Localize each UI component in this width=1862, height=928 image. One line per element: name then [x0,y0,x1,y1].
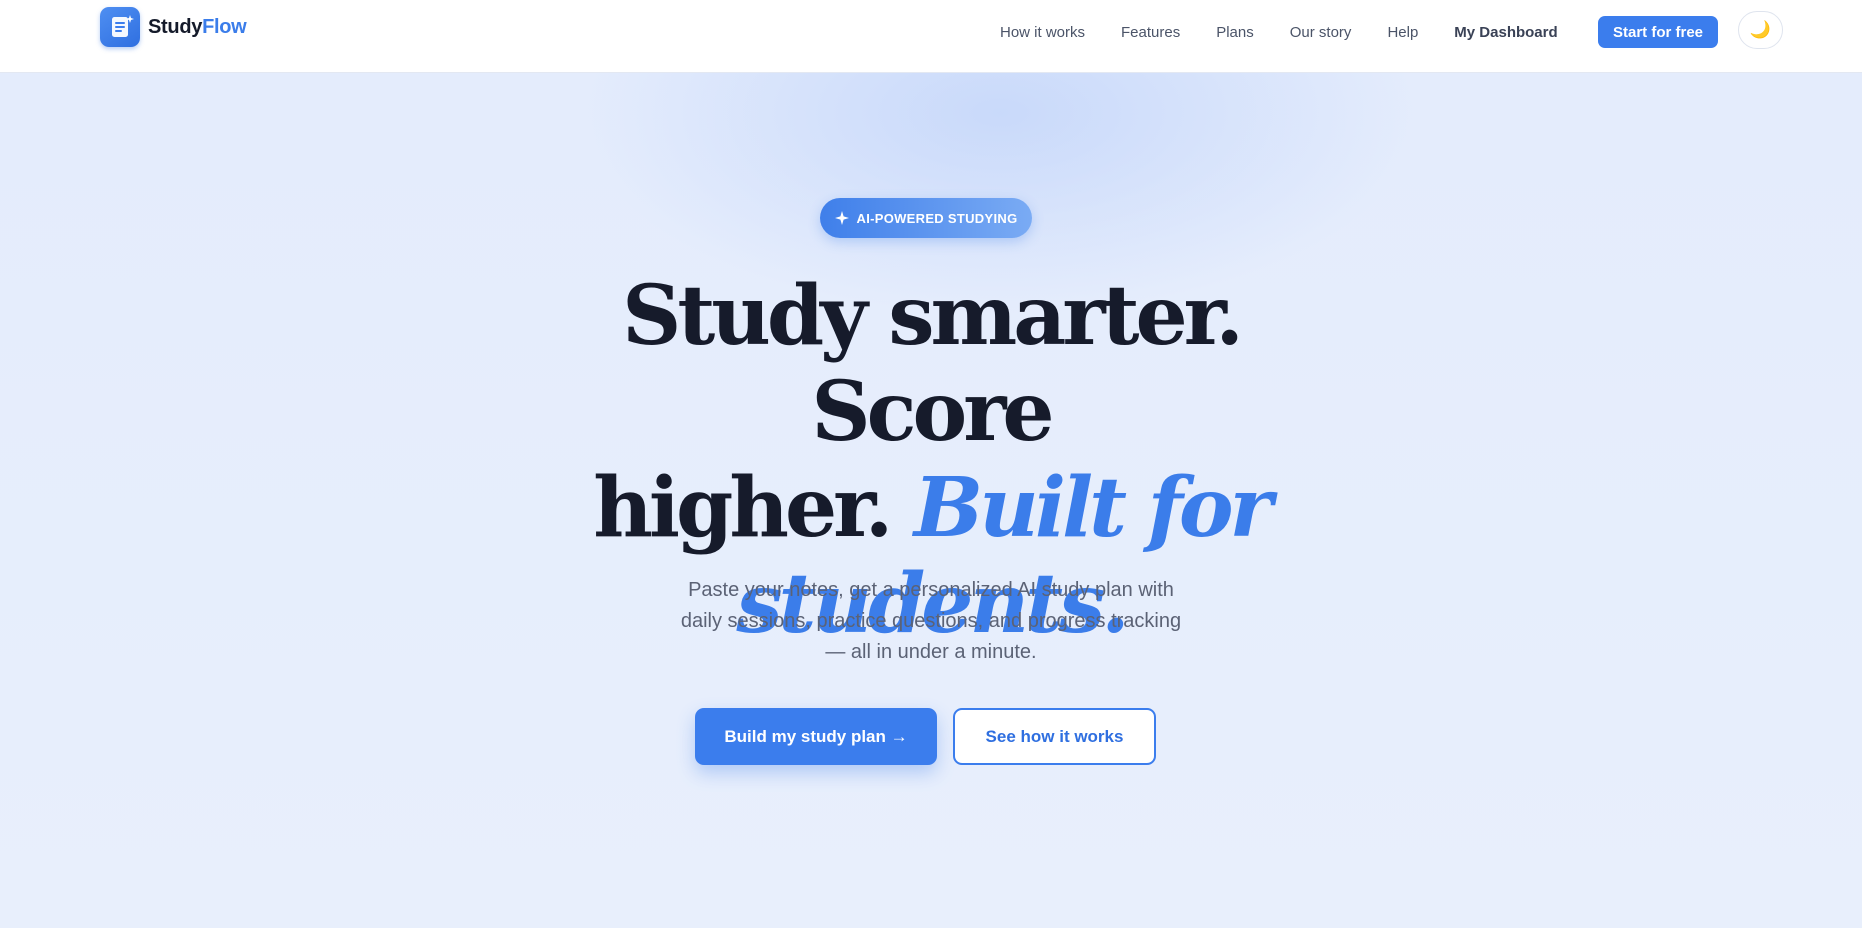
start-for-free-button[interactable]: Start for free [1598,16,1718,48]
ai-powered-badge: AI-POWERED STUDYING [820,198,1032,238]
nav-link-my-dashboard[interactable]: My Dashboard [1454,24,1557,41]
sparkle-icon [834,211,849,225]
headline-line1: Study smarter. Score [622,268,1244,460]
brand-name-part1: Study [148,15,203,38]
top-navigation-bar: StudyFlow How it works Features Plans Ou… [0,0,1862,73]
badge-label: AI-POWERED STUDYING [856,210,1018,226]
moon-icon: 🌙 [1749,20,1772,39]
nav-link-our-story[interactable]: Our story [1290,24,1352,41]
brand-name-part2: Flow [202,15,247,38]
nav-links: How it works Features Plans Our story He… [1000,0,1558,64]
headline-line2-accent: Built for [913,460,1273,556]
headline-line2-plain: higher. [593,460,893,556]
document-sparkle-icon [100,7,140,47]
brand-logo-link[interactable]: StudyFlow [100,7,247,47]
brand-name: StudyFlow [148,15,247,39]
nav-link-help[interactable]: Help [1387,24,1418,41]
nav-link-features[interactable]: Features [1121,24,1180,41]
theme-toggle-button[interactable]: 🌙 [1738,11,1783,49]
hero-subtitle: Paste your notes, get a personalized AI … [680,579,1182,663]
nav-link-plans[interactable]: Plans [1216,24,1254,41]
see-how-it-works-button[interactable]: See how it works [953,708,1156,765]
build-study-plan-button[interactable]: Build my study plan → [695,708,937,765]
nav-link-how-it-works[interactable]: How it works [1000,24,1085,41]
